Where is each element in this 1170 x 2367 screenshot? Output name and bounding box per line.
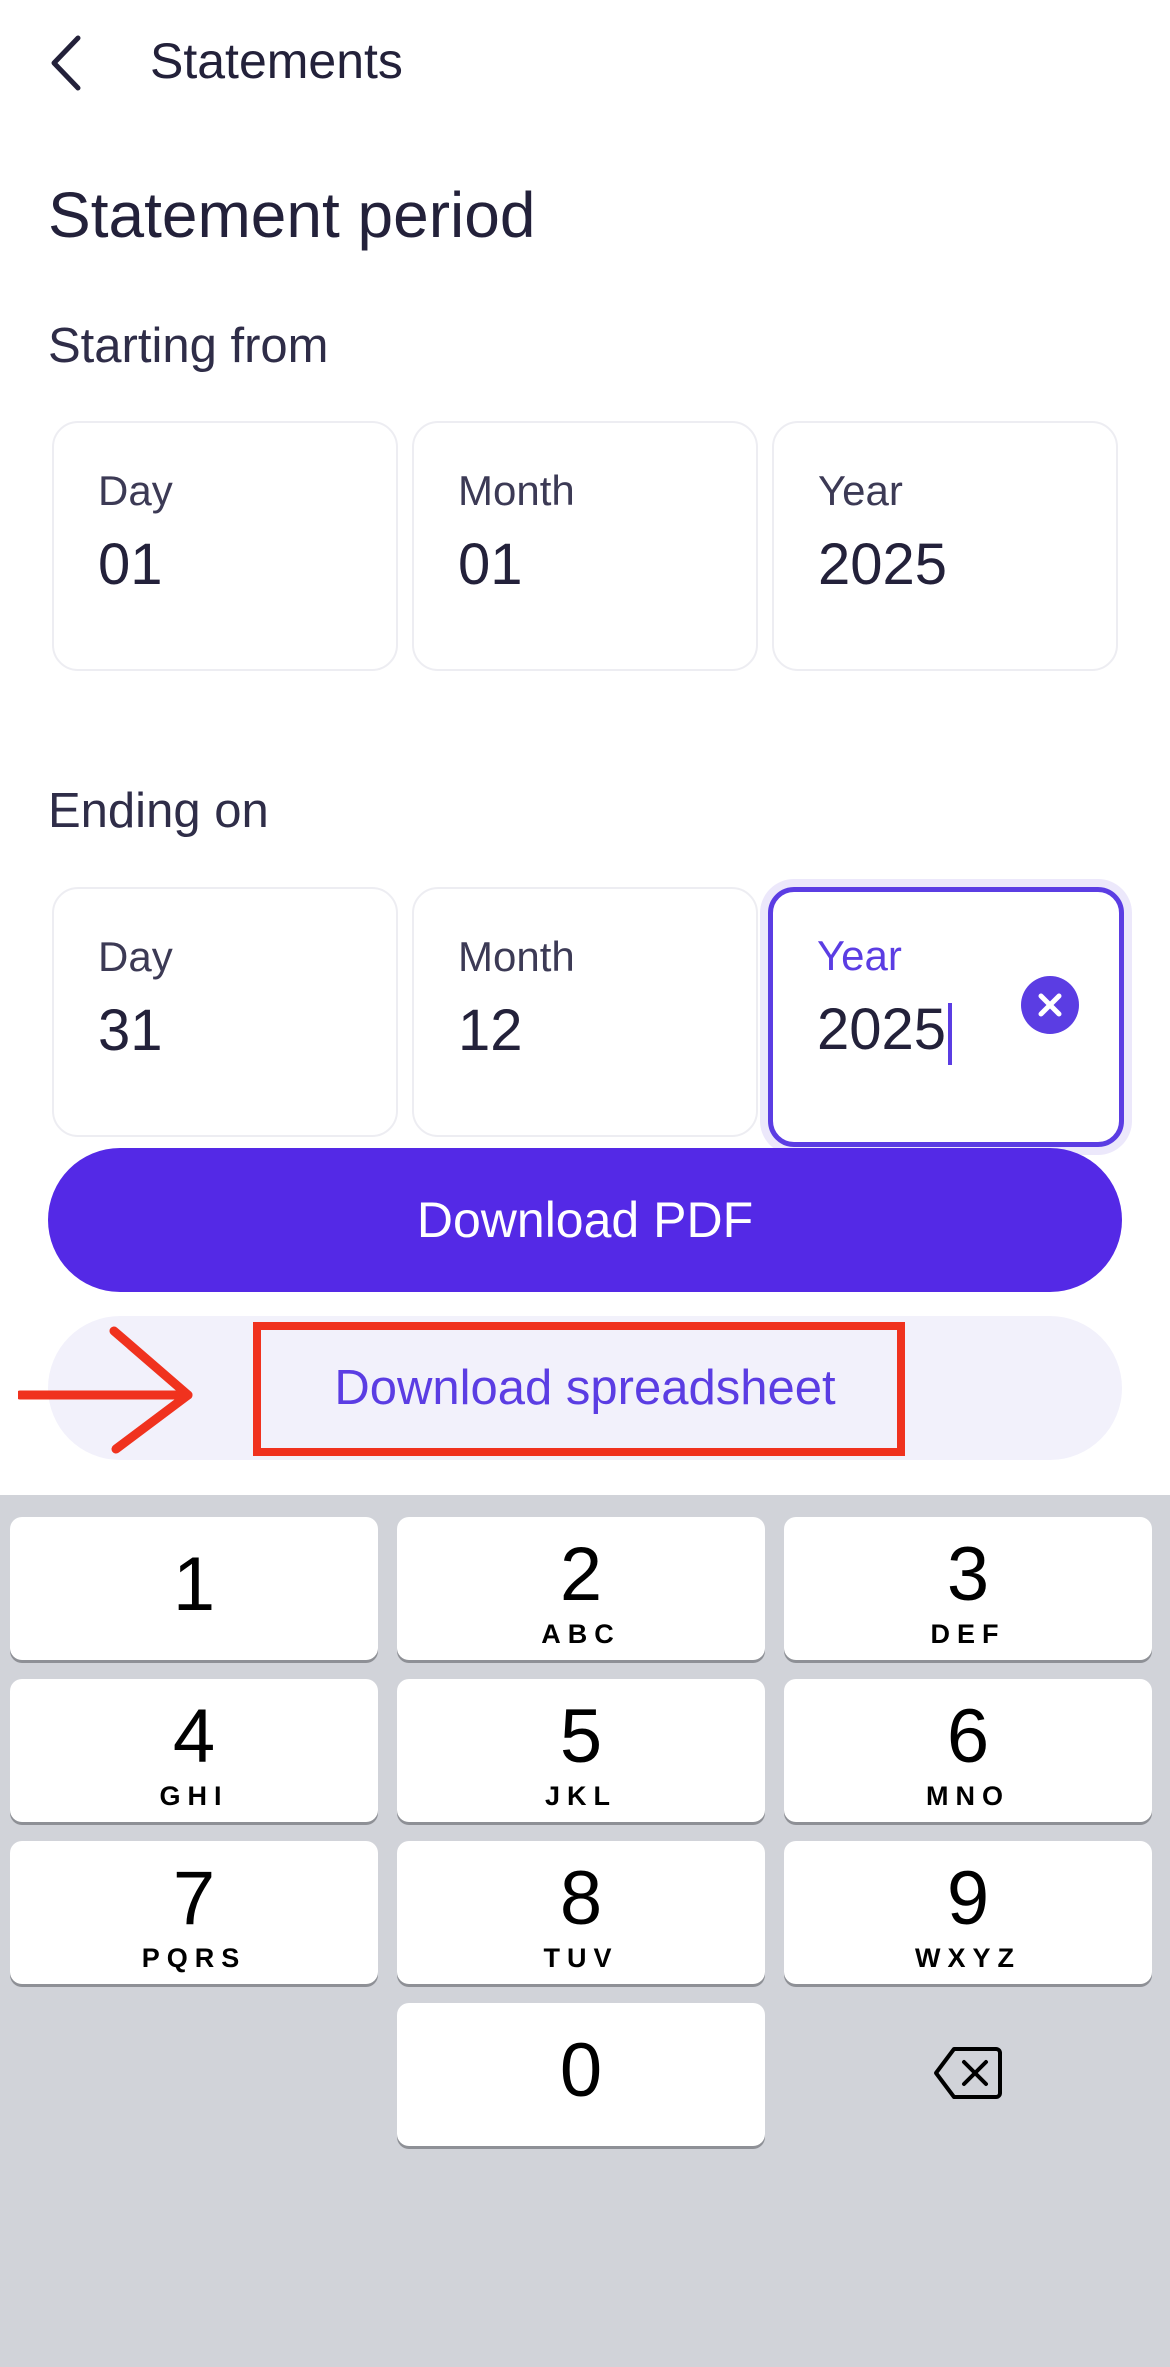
key-3-letters: DEF <box>930 1619 1006 1649</box>
statements-screen: Statements Statement period Starting fro… <box>0 0 1170 2367</box>
end-year-input[interactable]: 2025 <box>817 996 953 1065</box>
key-8-letters: TUV <box>543 1943 619 1973</box>
key-0-digit: 0 <box>559 2028 603 2113</box>
download-pdf-button[interactable]: Download PDF <box>48 1148 1122 1292</box>
key-9-digit: 9 <box>946 1856 990 1941</box>
key-5-digit: 5 <box>559 1694 603 1779</box>
key-2-digit: 2 <box>559 1532 603 1617</box>
key-9[interactable]: 9 WXYZ <box>784 1841 1152 1984</box>
numeric-keypad: 1 2 ABC 3 DEF 4 GHI 5 JKL 6 MNO 7 PQRS 8… <box>0 1495 1170 2367</box>
key-3[interactable]: 3 DEF <box>784 1517 1152 1660</box>
key-6[interactable]: 6 MNO <box>784 1679 1152 1822</box>
end-day-value: 31 <box>98 998 163 1063</box>
key-2-letters: ABC <box>541 1619 621 1649</box>
key-1-digit: 1 <box>172 1542 216 1627</box>
key-4-digit: 4 <box>172 1694 216 1779</box>
start-day-field[interactable]: Day 01 <box>52 421 398 671</box>
start-section-label: Starting from <box>48 319 329 373</box>
end-year-label: Year <box>817 932 902 979</box>
end-year-field[interactable]: Year 2025 <box>768 887 1124 1147</box>
key-5-letters: JKL <box>544 1781 617 1811</box>
start-year-value: 2025 <box>818 532 948 597</box>
backspace-key[interactable] <box>784 2003 1152 2146</box>
end-year-value: 2025 <box>817 997 947 1062</box>
key-6-letters: MNO <box>926 1781 1010 1811</box>
start-month-field[interactable]: Month 01 <box>412 421 758 671</box>
end-day-field[interactable]: Day 31 <box>52 887 398 1137</box>
key-4[interactable]: 4 GHI <box>10 1679 378 1822</box>
start-date-fields: Day 01 Month 01 Year 2025 <box>52 421 1118 671</box>
text-caret <box>948 1002 953 1065</box>
download-spreadsheet-label: Download spreadsheet <box>334 1361 836 1415</box>
start-day-label: Day <box>98 467 173 514</box>
key-7-digit: 7 <box>172 1856 216 1941</box>
backspace-icon <box>934 2047 1002 2099</box>
clear-year-button[interactable] <box>1021 976 1079 1034</box>
start-year-label: Year <box>818 467 903 514</box>
page-title: Statement period <box>48 179 536 251</box>
back-button[interactable] <box>42 30 98 96</box>
key-3-digit: 3 <box>946 1532 990 1617</box>
start-month-label: Month <box>458 467 575 514</box>
chevron-left-icon <box>51 35 81 91</box>
end-day-label: Day <box>98 933 173 980</box>
end-section-label: Ending on <box>48 784 269 838</box>
end-month-label: Month <box>458 933 575 980</box>
start-year-field[interactable]: Year 2025 <box>772 421 1118 671</box>
clear-icon <box>1038 993 1062 1017</box>
key-8[interactable]: 8 TUV <box>397 1841 765 1984</box>
start-month-value: 01 <box>458 532 523 597</box>
key-2[interactable]: 2 ABC <box>397 1517 765 1660</box>
key-1[interactable]: 1 <box>10 1517 378 1660</box>
key-7-letters: PQRS <box>141 1943 247 1973</box>
key-9-letters: WXYZ <box>915 1943 1021 1973</box>
key-4-letters: GHI <box>159 1781 229 1811</box>
end-month-value: 12 <box>458 998 523 1063</box>
header-title: Statements <box>150 33 403 89</box>
key-0[interactable]: 0 <box>397 2003 765 2146</box>
key-6-digit: 6 <box>946 1694 990 1779</box>
header: Statements <box>0 0 1170 125</box>
key-8-digit: 8 <box>559 1856 603 1941</box>
key-5[interactable]: 5 JKL <box>397 1679 765 1822</box>
start-day-value: 01 <box>98 532 163 597</box>
end-month-field[interactable]: Month 12 <box>412 887 758 1137</box>
key-7[interactable]: 7 PQRS <box>10 1841 378 1984</box>
download-spreadsheet-button[interactable]: Download spreadsheet <box>48 1316 1122 1460</box>
